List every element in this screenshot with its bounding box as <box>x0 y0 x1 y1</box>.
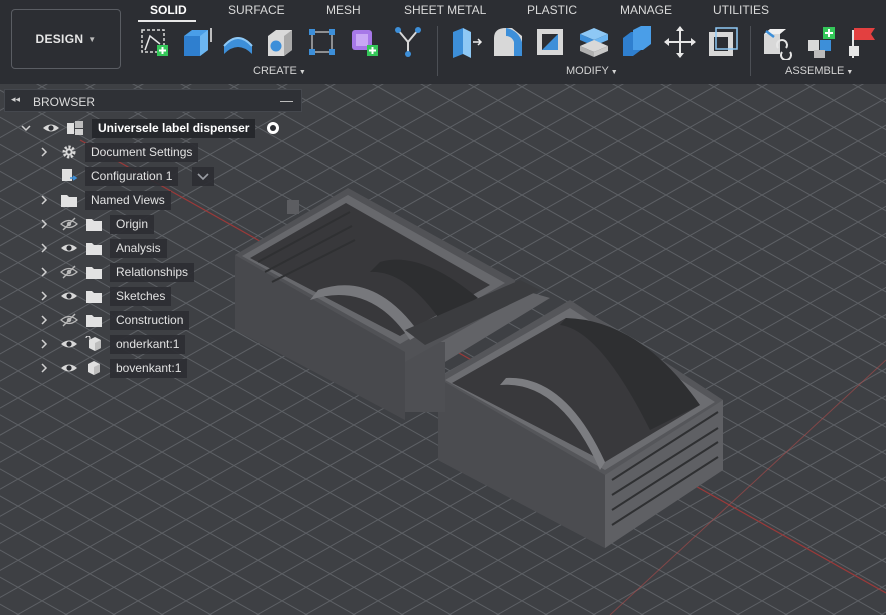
revolve-icon[interactable] <box>220 24 256 60</box>
chevron-right-icon[interactable] <box>38 217 50 231</box>
chevron-right-icon[interactable] <box>38 289 50 303</box>
browser-item-construction[interactable]: Construction <box>34 310 224 331</box>
active-component-radio-icon[interactable] <box>266 121 280 135</box>
assemble-group-label[interactable]: ASSEMBLE ▼ <box>785 65 853 77</box>
assembly-document-icon <box>67 121 83 135</box>
tab-utilities[interactable]: UTILITIES <box>713 3 769 17</box>
hole-icon[interactable] <box>262 24 298 60</box>
browser-item-sketches[interactable]: Sketches <box>34 286 224 307</box>
eye-icon[interactable] <box>60 361 78 375</box>
create-sketch-icon[interactable] <box>136 24 172 60</box>
browser-item-label: bovenkant:1 <box>110 359 188 378</box>
component-link-icon <box>85 336 101 351</box>
browser-item-bovenkant[interactable]: bovenkant:1 <box>34 358 224 379</box>
folder-icon <box>86 243 102 255</box>
eye-hidden-icon[interactable] <box>60 265 78 279</box>
eye-icon[interactable] <box>60 289 78 303</box>
configuration-icon <box>62 169 78 181</box>
folder-icon <box>86 291 102 303</box>
assemble-label-text: ASSEMBLE <box>785 65 845 77</box>
workspace-label: DESIGN <box>35 32 84 46</box>
tab-solid[interactable]: SOLID <box>150 3 187 17</box>
minimize-icon[interactable]: — <box>280 93 293 108</box>
browser-item-named-views[interactable]: Named Views <box>34 190 224 211</box>
chevron-down-icon: ▼ <box>610 69 618 76</box>
eye-icon[interactable] <box>42 121 60 135</box>
joint-icon[interactable] <box>760 24 796 60</box>
tab-surface[interactable]: SURFACE <box>228 3 285 17</box>
eye-hidden-icon[interactable] <box>60 313 78 327</box>
toolbar: DESIGN ▼ SOLID SURFACE MESH SHEET METAL P… <box>0 0 886 84</box>
new-component-assemble-icon[interactable] <box>803 24 839 60</box>
browser-item-label: Configuration 1 <box>85 167 179 186</box>
chevron-down-icon: ▼ <box>298 69 306 76</box>
ground-icon[interactable] <box>845 24 881 60</box>
browser-item-relationships[interactable]: Relationships <box>34 262 224 283</box>
root-component-label: Universele label dispenser <box>92 119 256 138</box>
extrude-icon[interactable] <box>178 24 214 60</box>
browser-panel-header[interactable]: ◂◂ BROWSER — <box>4 89 302 112</box>
new-component-icon[interactable] <box>346 24 382 60</box>
folder-icon <box>61 195 77 207</box>
chevron-down-icon[interactable] <box>20 121 32 135</box>
browser-root-row[interactable]: Universele label dispenser <box>18 118 288 139</box>
toolbar-separator <box>750 26 751 76</box>
eye-icon[interactable] <box>60 241 78 255</box>
create-group-label[interactable]: CREATE ▼ <box>253 65 306 77</box>
workspace-switcher-button[interactable]: DESIGN ▼ <box>11 9 121 69</box>
eye-hidden-icon[interactable] <box>60 217 78 231</box>
create-label-text: CREATE <box>253 65 297 77</box>
browser-item-label: Document Settings <box>85 143 199 162</box>
derive-icon[interactable] <box>390 24 426 60</box>
browser-item-label: Origin <box>110 215 155 234</box>
browser-item-analysis[interactable]: Analysis <box>34 238 224 259</box>
move-copy-icon[interactable] <box>662 24 698 60</box>
browser-item-onderkant[interactable]: onderkant:1 <box>34 334 224 355</box>
collapse-panel-icon[interactable]: ◂◂ <box>11 94 20 105</box>
browser-item-label: Relationships <box>110 263 195 282</box>
press-pull-icon[interactable] <box>447 24 483 60</box>
browser-item-label: Analysis <box>110 239 167 258</box>
chevron-right-icon[interactable] <box>38 313 50 327</box>
toolbar-separator <box>437 26 438 76</box>
browser-item-label: onderkant:1 <box>110 335 186 354</box>
active-tab-indicator <box>138 20 196 22</box>
fillet-icon[interactable] <box>490 24 526 60</box>
tab-mesh[interactable]: MESH <box>326 3 361 17</box>
chevron-right-icon[interactable] <box>38 241 50 255</box>
gear-icon <box>62 145 76 159</box>
browser-item-label: Sketches <box>110 287 172 306</box>
offset-faces-icon[interactable] <box>619 24 655 60</box>
browser-item-document-settings[interactable]: Document Settings <box>34 142 224 163</box>
tab-plastic[interactable]: PLASTIC <box>527 3 577 17</box>
shell-icon[interactable] <box>532 24 568 60</box>
browser-item-label: Construction <box>110 311 190 330</box>
tab-sheet-metal[interactable]: SHEET METAL <box>404 3 486 17</box>
eye-icon[interactable] <box>60 337 78 351</box>
folder-icon <box>86 219 102 231</box>
configuration-dropdown-chevron-icon[interactable] <box>192 167 214 186</box>
chevron-right-icon[interactable] <box>38 361 50 375</box>
chevron-down-icon: ▼ <box>88 34 97 44</box>
chevron-right-icon[interactable] <box>38 145 50 159</box>
chevron-right-icon[interactable] <box>38 337 50 351</box>
tab-manage[interactable]: MANAGE <box>620 3 672 17</box>
browser-item-configuration[interactable]: Configuration 1 <box>34 166 224 187</box>
chevron-right-icon[interactable] <box>38 193 50 207</box>
scale-icon[interactable] <box>705 24 741 60</box>
browser-title: BROWSER <box>33 95 96 109</box>
browser-item-origin[interactable]: Origin <box>34 214 224 235</box>
rectangular-pattern-icon[interactable] <box>304 24 340 60</box>
modify-group-label[interactable]: MODIFY ▼ <box>566 65 618 77</box>
folder-icon <box>86 315 102 327</box>
chevron-right-icon[interactable] <box>38 265 50 279</box>
combine-icon[interactable] <box>576 24 612 60</box>
component-icon <box>88 361 100 375</box>
browser-item-label: Named Views <box>85 191 171 210</box>
chevron-down-icon: ▼ <box>846 69 854 76</box>
folder-icon <box>86 267 102 279</box>
modify-label-text: MODIFY <box>566 65 609 77</box>
